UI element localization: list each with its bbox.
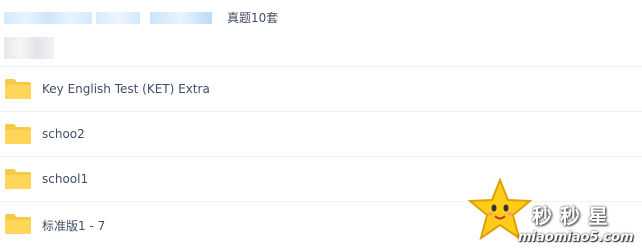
watermark-title: 秒秒星: [532, 204, 616, 228]
folder-icon: [5, 124, 31, 144]
breadcrumb-link-blurred[interactable]: [4, 12, 92, 24]
folder-icon: [5, 169, 31, 189]
folder-icon: [5, 214, 31, 234]
folder-name[interactable]: Key English Test (KET) Extra: [42, 82, 210, 96]
folder-icon: [5, 79, 31, 99]
folder-row[interactable]: Key English Test (KET) Extra: [0, 66, 642, 111]
breadcrumb-link-blurred[interactable]: [96, 12, 140, 24]
breadcrumb-link-blurred[interactable]: [150, 12, 212, 24]
watermark: 秒秒星 miaomiao5.com: [466, 176, 642, 250]
breadcrumb: 真题10套: [0, 8, 642, 28]
folder-name[interactable]: school1: [42, 172, 88, 186]
folder-row[interactable]: schoo2: [0, 111, 642, 156]
folder-name[interactable]: 标准版1 - 7: [42, 217, 105, 234]
watermark-url: miaomiao5.com: [518, 230, 634, 245]
breadcrumb-current: 真题10套: [227, 11, 279, 25]
folder-name[interactable]: schoo2: [42, 127, 85, 141]
list-header-blurred: [4, 37, 54, 59]
